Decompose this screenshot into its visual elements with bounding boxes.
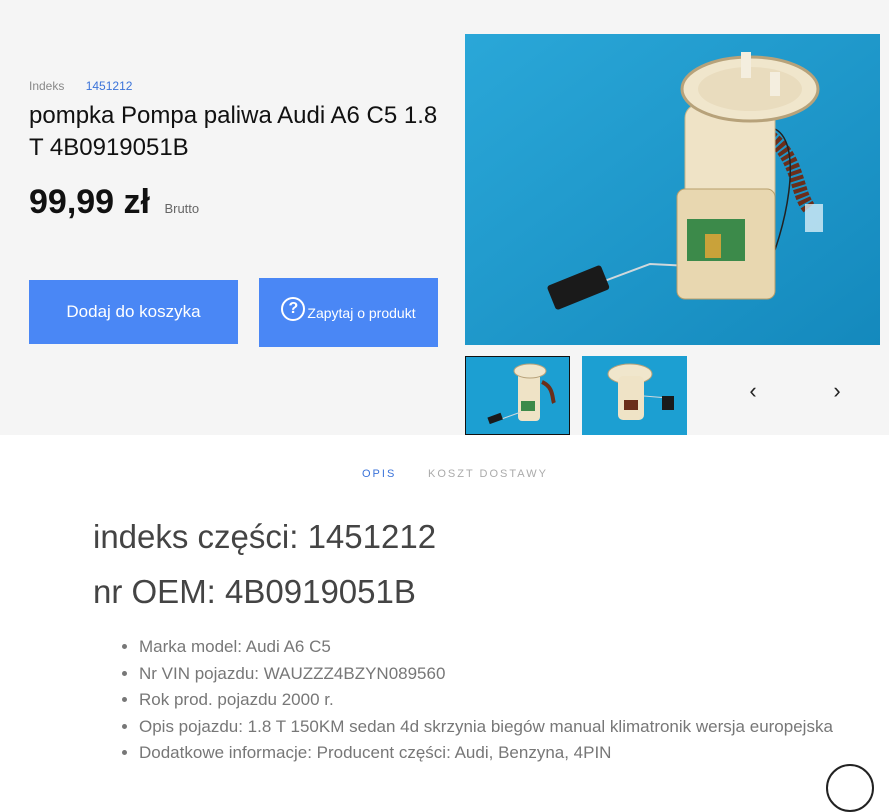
ask-about-product-button[interactable]: ? Zapytaj o produkt (259, 278, 438, 347)
spec-item: Nr VIN pojazdu: WAUZZZ4BZYN089560 (139, 661, 889, 688)
price-suffix: Brutto (164, 201, 200, 216)
product-title: pompka Pompa paliwa Audi A6 C5 1.8 T 4B0… (29, 102, 438, 161)
index-value-link[interactable]: 1451212 (86, 79, 133, 93)
thumbnail-1[interactable] (465, 356, 570, 435)
tab-koszt-dostawy[interactable]: KOSZT DOSTAWY (428, 468, 548, 480)
index-label: Indeks (29, 79, 65, 93)
spec-item: Dodatkowe informacje: Producent części: … (139, 740, 889, 767)
part-index-heading: indeks części: 1451212 (93, 518, 437, 555)
ask-button-label: Zapytaj o produkt (307, 304, 416, 321)
thumbnail-2[interactable] (582, 356, 687, 435)
thumbnail-photo-2 (582, 356, 687, 435)
tab-opis[interactable]: OPIS (362, 468, 396, 480)
product-header-panel: Indeks 1451212 pompka Pompa paliwa Audi … (0, 0, 889, 435)
main-product-image[interactable] (465, 34, 880, 345)
scroll-top-button[interactable] (826, 764, 874, 812)
chevron-right-icon[interactable]: › (825, 378, 849, 404)
spec-item: Opis pojazdu: 1.8 T 150KM sedan 4d skrzy… (139, 714, 889, 741)
spec-item: Rok prod. pojazdu 2000 r. (139, 687, 889, 714)
fuel-pump-photo (465, 34, 880, 345)
index-row: Indeks 1451212 (29, 79, 132, 93)
oem-heading: nr OEM: 4B0919051B (93, 573, 416, 610)
spec-list: Marka model: Audi A6 C5 Nr VIN pojazdu: … (119, 634, 889, 767)
product-price: 99,99 zł (29, 183, 150, 221)
chevron-left-icon[interactable]: ‹ (741, 378, 765, 404)
question-icon: ? (281, 296, 306, 321)
thumbnail-photo-1 (466, 357, 569, 434)
spec-item: Marka model: Audi A6 C5 (139, 634, 889, 661)
add-to-cart-button[interactable]: Dodaj do koszyka (29, 280, 238, 344)
price-row: 99,99 zł Brutto (29, 183, 199, 222)
